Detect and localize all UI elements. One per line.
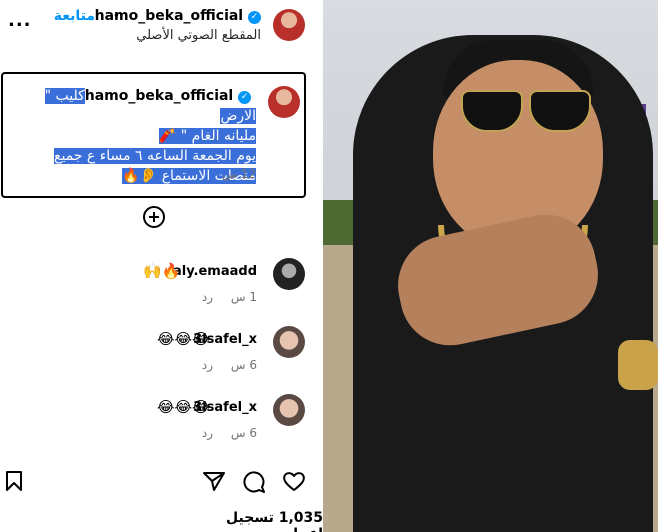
caption-line-3: يوم الجمعة الساعه ٦ مساء ع جميع <box>54 148 256 164</box>
caption-username[interactable]: hamo_beka_official ✓ <box>85 88 256 104</box>
comment-icon[interactable] <box>242 470 266 494</box>
heart-icon[interactable] <box>282 470 306 492</box>
comment-meta: 6 س رد <box>188 358 257 372</box>
comment-avatar[interactable] <box>273 258 305 290</box>
caption-avatar[interactable] <box>268 86 300 118</box>
caption-line-2: مليانه الغام " 🧨 <box>158 128 256 144</box>
comment-time: 6 س <box>230 426 257 440</box>
caption-timestamp: 12 س <box>222 167 256 181</box>
verified-icon: ✓ <box>248 11 261 24</box>
comment-username[interactable]: aly.emaadd <box>173 264 257 279</box>
comment-item: 3lsafel_x 😂😂😂 6 س رد <box>0 394 323 454</box>
comment-avatar[interactable] <box>273 394 305 426</box>
author-avatar[interactable] <box>273 9 305 41</box>
sunglasses-right <box>529 90 591 132</box>
comment-meta: 6 س رد <box>188 426 257 440</box>
verified-icon: ✓ <box>238 91 252 104</box>
post-header: hamo_beka_official ✓ • متابعة المقطع الص… <box>0 0 323 54</box>
comment-text: 😂😂😂 <box>157 398 210 416</box>
bookmark-icon[interactable] <box>4 470 24 492</box>
caption-username-text[interactable]: hamo_beka_official <box>85 88 233 104</box>
post-media[interactable] <box>323 0 658 532</box>
reply-button[interactable]: رد <box>202 426 213 440</box>
more-options-icon[interactable]: ... <box>8 10 32 31</box>
comment-avatar[interactable] <box>273 326 305 358</box>
caption-text: hamo_beka_official ✓ كليب " الارض مليانه… <box>16 86 256 186</box>
comment-text: 😂😂😂 <box>157 330 210 348</box>
comment-item: aly.emaadd 🔥🙌 1 س رد <box>0 258 323 318</box>
send-icon[interactable] <box>202 470 226 492</box>
separator-dot: • <box>112 9 120 23</box>
action-bar <box>0 462 323 502</box>
reply-button[interactable]: رد <box>202 290 213 304</box>
likes-count[interactable]: 1,035 تسجيل إعجاب <box>183 510 323 532</box>
sunglasses-left <box>461 90 523 132</box>
photo-watch <box>618 340 658 390</box>
comment-meta: 1 س رد <box>188 290 257 304</box>
caption-box: hamo_beka_official ✓ كليب " الارض مليانه… <box>1 72 306 198</box>
comment-item: 3lsafel_x 😂😂😂 6 س رد <box>0 326 323 386</box>
reply-button[interactable]: رد <box>202 358 213 372</box>
original-audio-link[interactable]: المقطع الصوتي الأصلي <box>136 28 261 43</box>
comment-text: 🔥🙌 <box>143 262 181 280</box>
add-circle-icon[interactable] <box>143 206 165 228</box>
follow-button[interactable]: متابعة <box>54 8 95 24</box>
comment-time: 6 س <box>230 358 257 372</box>
comment-time: 1 س <box>230 290 257 304</box>
post-panel: hamo_beka_official ✓ • متابعة المقطع الص… <box>0 0 323 532</box>
